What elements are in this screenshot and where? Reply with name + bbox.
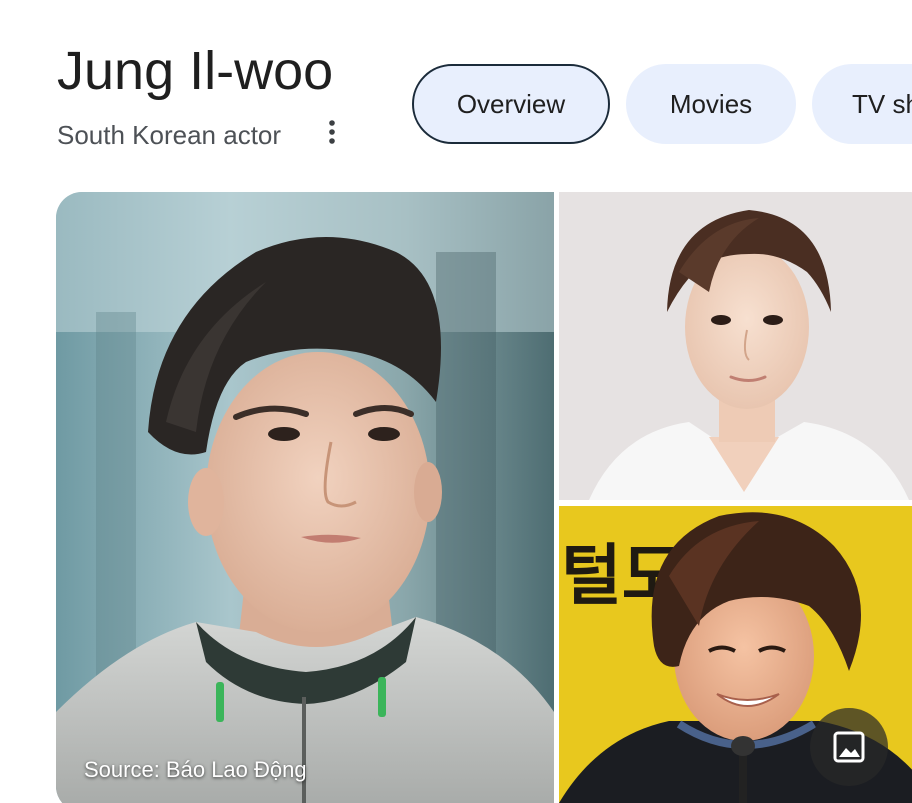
image-icon [833,731,865,763]
view-images-button[interactable] [810,708,888,786]
tab-movies[interactable]: Movies [626,64,796,144]
image-gallery: 털도 [56,192,912,803]
image-source-caption: Source: Báo Lao Động [84,757,307,782]
page-title: Jung Il-woo [57,41,334,101]
knowledge-panel: Jung Il-woo South Korean actor Overview … [0,0,912,803]
photo-portrait[interactable] [559,192,912,500]
tab-tv-shows[interactable]: TV sh [812,64,912,144]
entity-tabs: Overview Movies TV sh [412,64,912,144]
entity-subtitle: South Korean actor [57,120,282,150]
more-options-button[interactable] [316,112,348,152]
tab-overview[interactable]: Overview [412,64,610,144]
more-vert-icon [329,120,335,144]
main-photo[interactable] [56,192,554,803]
